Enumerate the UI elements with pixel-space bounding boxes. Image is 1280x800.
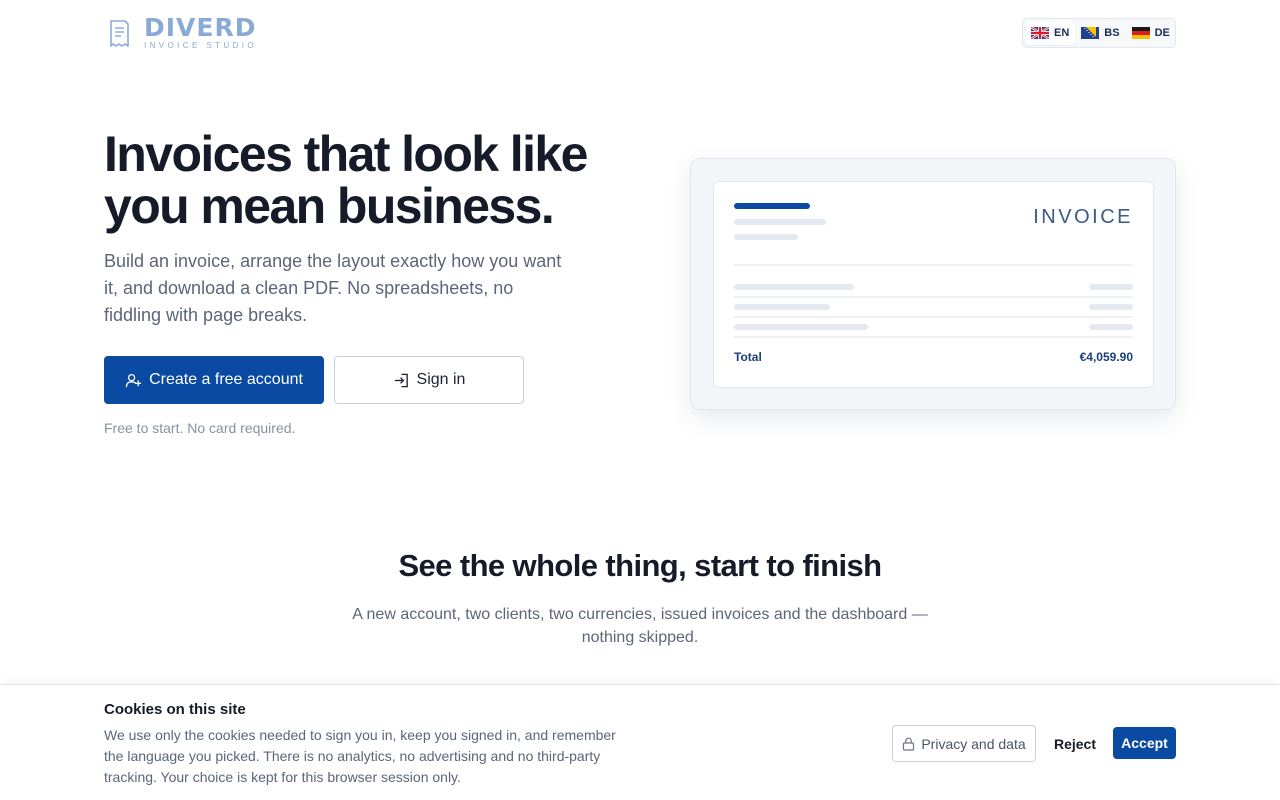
language-option-bs[interactable]: BS [1075,21,1125,45]
create-account-button[interactable]: Create a free account [104,356,324,404]
preview-line [1089,324,1133,330]
receipt-icon [110,20,129,47]
create-account-label: Create a free account [149,371,303,388]
invoice-total-label: Total [734,350,762,364]
preview-divider [734,296,1133,298]
preview-divider [734,316,1133,318]
privacy-and-data-button[interactable]: Privacy and data [892,725,1036,762]
invoice-preview-sheet: INVOICE Total €4,059.90 [713,181,1154,388]
cookie-banner: Cookies on this site We use only the coo… [0,684,1280,800]
preview-line [734,284,854,290]
cookie-title: Cookies on this site [104,701,246,718]
germany-flag-icon [1131,27,1150,39]
language-option-en[interactable]: EN [1025,21,1076,45]
hero-note: Free to start. No card required. [104,420,296,436]
user-plus-icon [125,373,142,387]
logo-tagline: INVOICE STUDIO [144,40,257,50]
lock-icon [903,737,915,751]
invoice-total-value: €4,059.90 [1079,350,1133,364]
language-switcher: EN BS DE [1022,18,1176,48]
invoice-heading: INVOICE [1033,206,1133,228]
preview-line [1089,304,1133,310]
sign-in-label: Sign in [416,371,466,388]
preview-line [734,219,826,225]
sign-in-button[interactable]: Sign in [334,356,524,404]
preview-divider [734,264,1133,266]
privacy-and-data-label: Privacy and data [921,735,1026,752]
logo-wordmark: DIVERD [144,12,257,42]
sign-in-icon [394,373,408,387]
brand-logo[interactable]: DIVERD INVOICE STUDIO [108,15,257,51]
preview-accent-line [734,203,810,209]
bosnia-flag-icon [1081,27,1100,39]
uk-flag-icon [1031,27,1049,39]
preview-line [734,324,868,330]
language-code: BS [1104,27,1120,39]
invoice-preview: INVOICE Total €4,059.90 [690,158,1176,410]
hero-title: Invoices that look like you mean busines… [104,126,588,234]
cookie-text: We use only the cookies needed to sign y… [104,727,616,785]
reject-cookies-button[interactable]: Reject [1046,725,1104,762]
preview-divider [734,336,1133,338]
section-title: See the whole thing, start to finish [398,548,882,583]
hero-subtitle: Build an invoice, arrange the layout exa… [104,251,562,325]
accept-cookies-button[interactable]: Accept [1113,727,1176,759]
preview-line [1089,284,1133,290]
preview-line [734,234,798,240]
section-subtitle: A new account, two clients, two currenci… [352,606,928,646]
language-code: EN [1054,27,1070,39]
language-option-de[interactable]: DE [1126,21,1176,45]
preview-line [734,304,830,310]
language-code: DE [1154,27,1170,39]
